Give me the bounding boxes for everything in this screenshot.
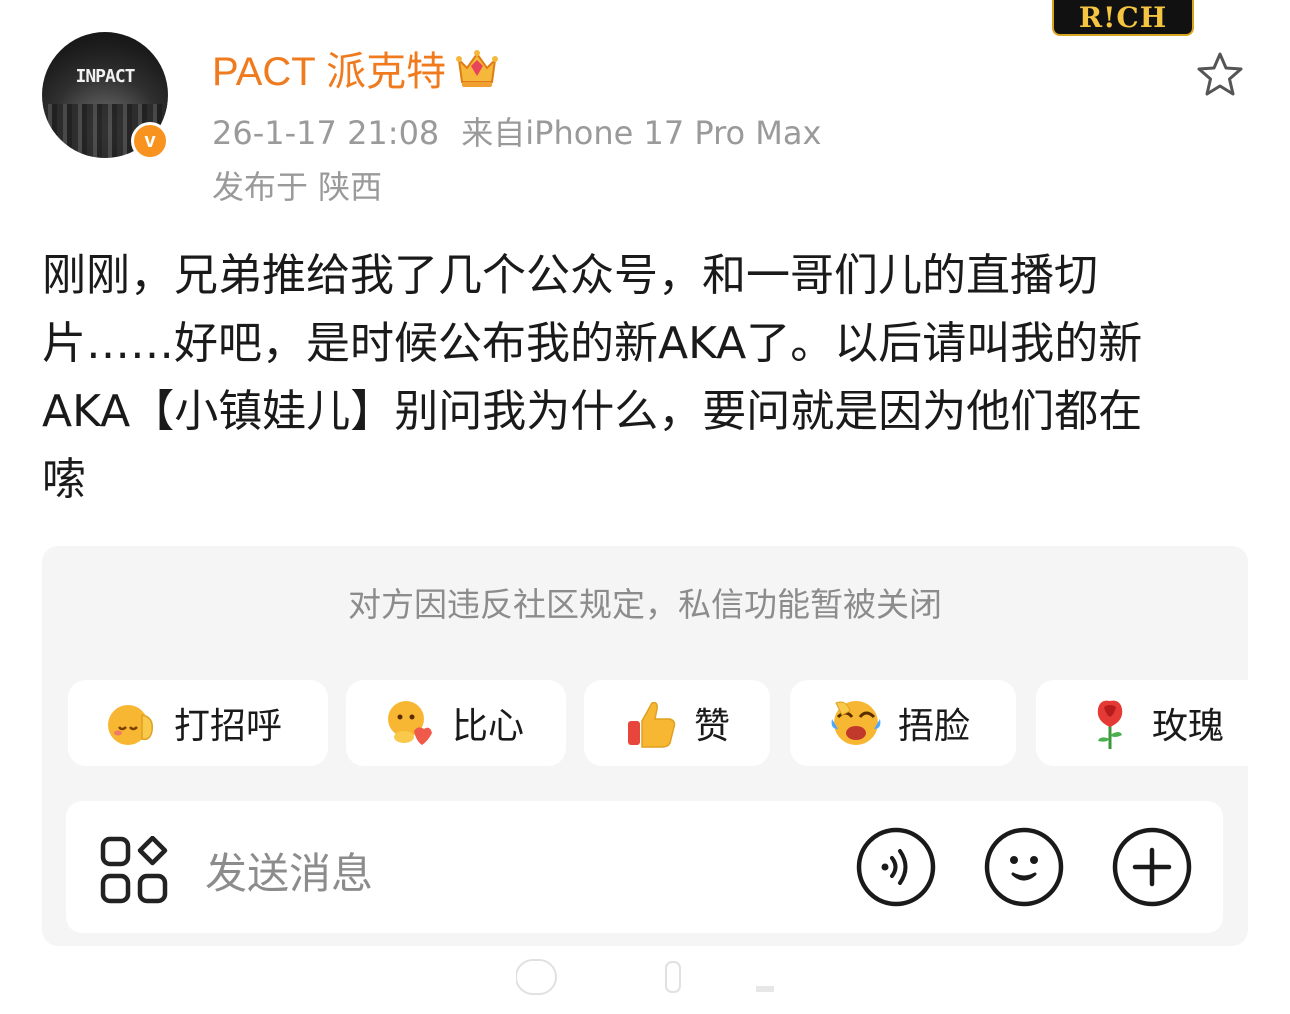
quick-reply-wave[interactable]: 打招呼: [68, 680, 328, 766]
quick-reply-label: 捂脸: [898, 706, 971, 747]
dm-closed-notice: 对方因违反社区规定，私信功能暂被关闭: [348, 585, 942, 624]
post-content: 刚刚，兄弟推给我了几个公众号，和一哥们儿的直播切 片……好吧，是时候公布我的新A…: [42, 242, 1252, 514]
quick-reply-label: 玫瑰: [1152, 706, 1225, 747]
apps-grid-icon[interactable]: [100, 836, 168, 904]
add-icon[interactable]: [1111, 826, 1193, 908]
heart-hands-emoji-icon: [388, 701, 432, 745]
quick-reply-bar: 打招呼 比心 赞 捂脸 玫瑰: [42, 676, 1248, 772]
quick-reply-label: 比心: [452, 706, 525, 747]
quick-reply-rose[interactable]: 玫瑰: [1036, 680, 1248, 766]
post-line: 嗦: [42, 454, 86, 505]
watermark-icon: [516, 959, 774, 995]
username-row: PACT 派克特: [212, 40, 500, 96]
thumbs-up-emoji-icon: [628, 701, 676, 748]
rich-badge: R!CH: [1052, 0, 1194, 36]
quick-reply-label: 打招呼: [174, 706, 283, 747]
voice-icon[interactable]: [855, 826, 937, 908]
username[interactable]: PACT 派克特: [212, 39, 446, 97]
post-line: AKA【小镇娃儿】别问我为什么，要问就是因为他们都在: [42, 386, 1143, 437]
facepalm-emoji-icon: [831, 701, 881, 745]
star-icon[interactable]: [1195, 50, 1245, 100]
verified-badge-icon: v: [131, 122, 169, 160]
quick-reply-heart-hands[interactable]: 比心: [346, 680, 566, 766]
message-input[interactable]: 发送消息: [205, 840, 373, 901]
quick-reply-label: 赞: [694, 706, 731, 747]
emoji-icon[interactable]: [983, 826, 1065, 908]
post-line: 刚刚，兄弟推给我了几个公众号，和一哥们儿的直播切: [42, 250, 1098, 301]
wave-emoji-icon: [108, 705, 154, 745]
post-line: 片……好吧，是时候公布我的新AKA了。以后请叫我的新: [42, 318, 1143, 369]
rose-emoji-icon: [1097, 700, 1123, 749]
post-meta: 26-1-17 21:08 来自iPhone 17 Pro Max: [212, 108, 821, 154]
post-time: 26-1-17 21:08: [212, 114, 440, 152]
quick-reply-thumbs-up[interactable]: 赞: [584, 680, 770, 766]
post-location: 发布于 陕西: [212, 168, 383, 206]
post-source: 来自iPhone 17 Pro Max: [461, 114, 822, 152]
crown-icon: [456, 50, 499, 87]
quick-reply-facepalm[interactable]: 捂脸: [790, 680, 1016, 766]
avatar-logo-text: INPACT: [75, 66, 135, 87]
